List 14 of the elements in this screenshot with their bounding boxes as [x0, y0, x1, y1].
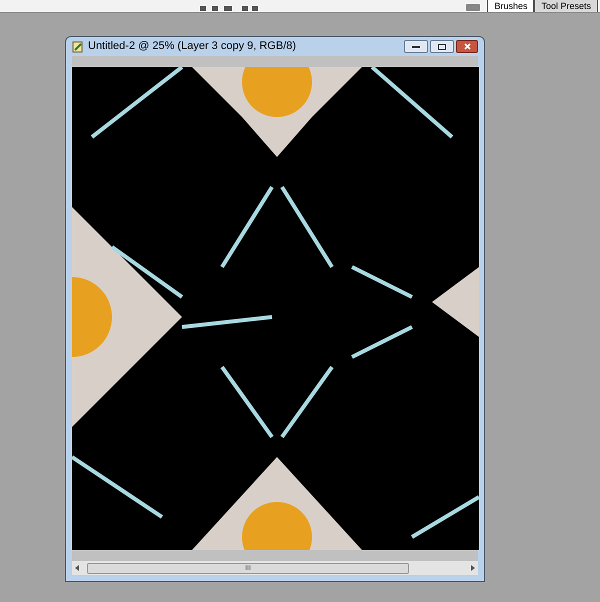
scroll-left-icon[interactable]	[75, 565, 79, 572]
close-button[interactable]	[456, 40, 478, 54]
maximize-button[interactable]	[430, 40, 454, 54]
minimize-button[interactable]	[404, 40, 428, 54]
panel-tab[interactable]: Tool Presets	[534, 0, 598, 12]
close-icon	[464, 43, 470, 50]
scroll-right-icon[interactable]	[471, 565, 475, 572]
window-title: Untitled-2 @ 25% (Layer 3 copy 9, RGB/8)	[88, 39, 296, 54]
document-icon	[72, 40, 84, 53]
toolbar-icon[interactable]	[200, 6, 260, 12]
maximize-icon	[438, 44, 446, 50]
minimize-icon	[412, 46, 420, 48]
panel-tab[interactable]: Brushes	[487, 0, 534, 12]
palette-icon[interactable]	[465, 4, 482, 12]
